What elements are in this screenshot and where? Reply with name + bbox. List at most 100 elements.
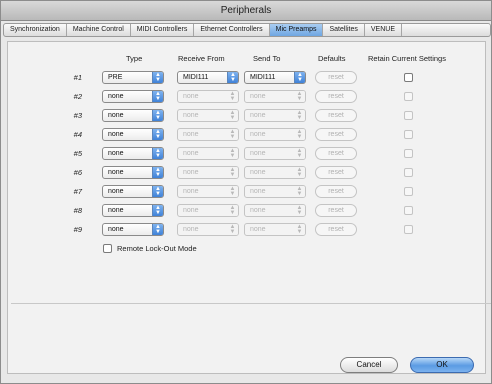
type-select-value: none [108,188,124,195]
row-number: #4 [73,130,82,139]
receive-from-select[interactable]: none ▲ ▼ [177,223,239,236]
send-to-select[interactable]: none ▲ ▼ [244,109,306,122]
row-number: #9 [73,225,82,234]
receive-from-select[interactable]: none ▲ ▼ [177,147,239,160]
type-select-value: none [108,93,124,100]
tab-mic-preamps[interactable]: Mic Preamps [269,24,324,36]
retain-settings-checkbox[interactable] [404,92,413,101]
send-to-select[interactable]: none ▲ ▼ [244,90,306,103]
popup-arrows-icon: ▲ ▼ [152,129,163,140]
type-select-value: none [108,112,124,119]
popup-arrows-icon: ▲ ▼ [152,148,163,159]
send-to-select[interactable]: none ▲ ▼ [244,223,306,236]
column-header-retain: Retain Current Settings [368,54,446,63]
popup-arrows-icon: ▲ ▼ [152,186,163,197]
type-select[interactable]: none ▲ ▼ [102,185,164,198]
reset-button[interactable]: reset [315,71,357,84]
send-to-select[interactable]: none ▲ ▼ [244,185,306,198]
receive-from-select[interactable]: none ▲ ▼ [177,128,239,141]
type-select-value: none [108,207,124,214]
peripherals-window: Peripherals Synchronization Machine Cont… [0,0,492,384]
receive-from-select[interactable]: none ▲ ▼ [177,90,239,103]
preamp-row: #3 none ▲ ▼ none ▲ ▼ none ▲ ▼ reset [8,109,487,123]
reset-button[interactable]: reset [315,147,357,160]
popup-arrows-icon: ▲ ▼ [294,205,305,216]
type-select[interactable]: none ▲ ▼ [102,147,164,160]
tab-machine-control[interactable]: Machine Control [67,24,131,36]
popup-arrows-icon: ▲ ▼ [227,72,238,83]
tab-venue[interactable]: VENUE [365,24,402,36]
send-to-select-value: none [250,207,266,214]
type-select[interactable]: none ▲ ▼ [102,223,164,236]
reset-button[interactable]: reset [315,109,357,122]
type-select-value: PRE [108,74,123,81]
tab-synchronization[interactable]: Synchronization [4,24,67,36]
retain-settings-checkbox[interactable] [404,130,413,139]
type-select[interactable]: none ▲ ▼ [102,166,164,179]
retain-settings-checkbox[interactable] [404,73,413,82]
remote-lockout-checkbox[interactable] [103,244,112,253]
send-to-select-value: MIDI111 [250,74,276,81]
send-to-select[interactable]: MIDI111 ▲ ▼ [244,71,306,84]
reset-button[interactable]: reset [315,223,357,236]
type-select-value: none [108,131,124,138]
column-header-send-to: Send To [253,54,281,63]
popup-arrows-icon: ▲ ▼ [152,205,163,216]
reset-button[interactable]: reset [315,204,357,217]
receive-from-select-value: none [183,188,199,195]
popup-arrows-icon: ▲ ▼ [227,129,238,140]
retain-settings-checkbox[interactable] [404,225,413,234]
receive-from-select[interactable]: none ▲ ▼ [177,204,239,217]
tab-bar: Synchronization Machine Control MIDI Con… [3,23,491,37]
type-select-value: none [108,169,124,176]
ok-button[interactable]: OK [410,357,474,373]
retain-settings-checkbox[interactable] [404,168,413,177]
popup-arrows-icon: ▲ ▼ [152,110,163,121]
type-select[interactable]: PRE ▲ ▼ [102,71,164,84]
type-select[interactable]: none ▲ ▼ [102,204,164,217]
send-to-select[interactable]: none ▲ ▼ [244,166,306,179]
row-number: #2 [73,92,82,101]
reset-button[interactable]: reset [315,90,357,103]
tab-midi-controllers[interactable]: MIDI Controllers [131,24,195,36]
retain-settings-checkbox[interactable] [404,206,413,215]
tab-satellites[interactable]: Satellites [323,24,365,36]
reset-button[interactable]: reset [315,166,357,179]
column-header-receive-from: Receive From [178,54,225,63]
receive-from-select-value: none [183,169,199,176]
preamp-row: #4 none ▲ ▼ none ▲ ▼ none ▲ ▼ reset [8,128,487,142]
type-select-value: none [108,226,124,233]
retain-settings-checkbox[interactable] [404,187,413,196]
cancel-button[interactable]: Cancel [340,357,398,373]
type-select[interactable]: none ▲ ▼ [102,109,164,122]
receive-from-select[interactable]: none ▲ ▼ [177,109,239,122]
send-to-select-value: none [250,169,266,176]
reset-button[interactable]: reset [315,185,357,198]
send-to-select[interactable]: none ▲ ▼ [244,204,306,217]
send-to-select[interactable]: none ▲ ▼ [244,147,306,160]
popup-arrows-icon: ▲ ▼ [294,224,305,235]
send-to-select[interactable]: none ▲ ▼ [244,128,306,141]
type-select-value: none [108,150,124,157]
popup-arrows-icon: ▲ ▼ [152,167,163,178]
popup-arrows-icon: ▲ ▼ [152,91,163,102]
receive-from-select[interactable]: none ▲ ▼ [177,166,239,179]
reset-button[interactable]: reset [315,128,357,141]
type-select[interactable]: none ▲ ▼ [102,128,164,141]
type-select[interactable]: none ▲ ▼ [102,90,164,103]
popup-arrows-icon: ▲ ▼ [227,205,238,216]
receive-from-select[interactable]: MIDI111 ▲ ▼ [177,71,239,84]
retain-settings-checkbox[interactable] [404,111,413,120]
row-number: #7 [73,187,82,196]
popup-arrows-icon: ▲ ▼ [227,91,238,102]
send-to-select-value: none [250,188,266,195]
popup-arrows-icon: ▲ ▼ [294,72,305,83]
row-number: #1 [73,73,82,82]
tab-ethernet-controllers[interactable]: Ethernet Controllers [194,24,270,36]
send-to-select-value: none [250,112,266,119]
popup-arrows-icon: ▲ ▼ [294,110,305,121]
receive-from-select[interactable]: none ▲ ▼ [177,185,239,198]
retain-settings-checkbox[interactable] [404,149,413,158]
column-header-type: Type [126,54,143,63]
popup-arrows-icon: ▲ ▼ [227,167,238,178]
